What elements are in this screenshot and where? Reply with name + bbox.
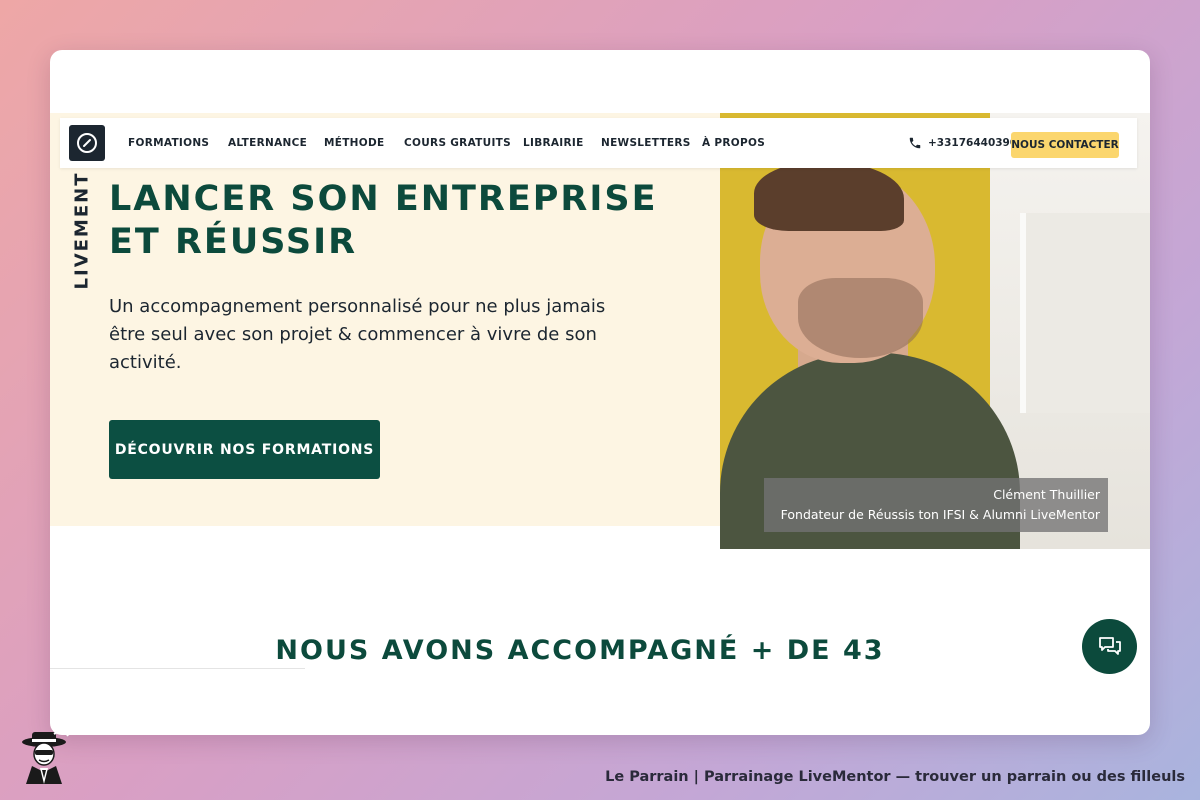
top-navbar: FORMATIONS ALTERNANCE MÉTHODE COURS GRAT… <box>60 118 1137 168</box>
section-title: NOUS AVONS ACCOMPAGNÉ + DE 43 <box>275 635 885 666</box>
photo-caption: Clément Thuillier Fondateur de Réussis t… <box>764 478 1108 532</box>
godfather-mascot-icon <box>22 730 69 784</box>
discover-formations-button[interactable]: DÉCOUVRIR NOS FORMATIONS <box>109 420 380 479</box>
browser-card: DES FORMATIONS POUR LANCER SON ENTREPRIS… <box>50 50 1150 735</box>
logo-button[interactable] <box>69 125 105 161</box>
hero-description: Un accompagnement personnalisé pour ne p… <box>109 296 606 373</box>
chat-button[interactable] <box>1082 619 1137 674</box>
section-divider <box>50 668 305 669</box>
nav-item-a-propos[interactable]: À PROPOS <box>702 118 765 168</box>
nav-item-formations[interactable]: FORMATIONS <box>128 118 209 168</box>
footer-caption: Le Parrain | Parrainage LiveMentor — tro… <box>605 769 1185 785</box>
nav-item-newsletters[interactable]: NEWSLETTERS <box>601 118 691 168</box>
hero-title-line: LANCER SON ENTREPRISE <box>109 179 658 219</box>
nav-item-cours-gratuits[interactable]: COURS GRATUITS <box>404 118 511 168</box>
contact-button[interactable]: NOUS CONTACTER <box>1011 132 1119 158</box>
phone-link[interactable]: +33176440390 <box>908 118 1017 168</box>
phone-icon <box>909 137 921 149</box>
nav-item-alternance[interactable]: ALTERNANCE <box>228 118 307 168</box>
vertical-brand-text: LIVEMENT <box>71 171 93 290</box>
caption-name: Clément Thuillier <box>993 487 1100 502</box>
caption-role: Fondateur de Réussis ton IFSI & Alumni L… <box>780 507 1100 522</box>
compass-icon <box>77 133 97 153</box>
hero-title-line: ET RÉUSSIR <box>109 222 358 262</box>
phone-number: +33176440390 <box>928 137 1018 149</box>
nav-item-librairie[interactable]: LIBRAIRIE <box>523 118 584 168</box>
chat-icon <box>1098 636 1121 655</box>
nav-item-methode[interactable]: MÉTHODE <box>324 118 385 168</box>
